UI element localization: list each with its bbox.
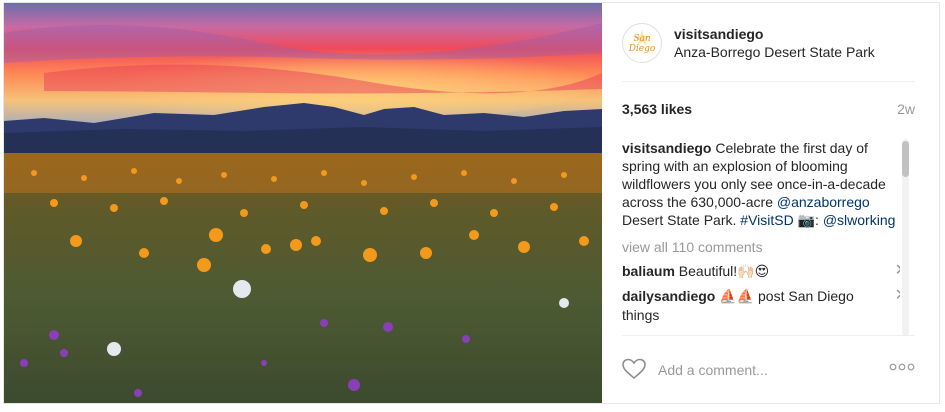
caption-text-2: Desert State Park. [622,212,737,228]
caption-colon: : [815,212,819,228]
post-sidebar: San Diego visitsandiego Anza-Borrego Des… [602,3,939,403]
likes-row: 3,563 likes 2w [622,101,915,123]
comment-author[interactable]: baliaum [622,263,675,279]
view-all-comments-link[interactable]: view all 110 comments [622,238,900,256]
comment-emoji: 🙌🏻😍 [737,264,770,280]
comments-scrollbar[interactable] [902,139,909,336]
post-username[interactable]: visitsandiego [674,26,763,42]
post-photo[interactable] [4,3,602,403]
comments-scroll-area[interactable]: visitsandiego Celebrate the first day of… [622,139,900,336]
hashtag-visitsd[interactable]: #VisitSD [740,212,793,228]
sandiego-logo-icon: San Diego [624,25,660,61]
mention-slworking[interactable]: @slworking [823,212,896,228]
remove-comment-icon[interactable]: ✕ [895,262,900,280]
camera-icon: 📷 [797,213,816,229]
svg-text:San: San [633,34,651,44]
sailboat-emoji: ⛵⛵ [719,289,755,305]
post-header: San Diego visitsandiego Anza-Borrego Des… [622,23,915,82]
post-footer: Add a comment... [622,335,915,382]
heart-icon[interactable] [622,358,646,380]
caption-author[interactable]: visitsandiego [622,140,711,156]
scrollbar-thumb[interactable] [902,141,909,177]
more-options-icon[interactable] [889,362,915,372]
mention-anzaborrego[interactable]: @anzaborrego [777,194,870,210]
comment-item: baliaum Beautiful!🙌🏻😍 ✕ [622,262,900,281]
remove-comment-icon[interactable]: ✕ [895,287,900,305]
comment-item: dailysandiego ⛵⛵ post San Diego things ✕ [622,287,900,324]
wildflower-landscape-image [4,3,602,403]
caption: visitsandiego Celebrate the first day of… [622,139,900,230]
post-age[interactable]: 2w [897,101,915,117]
likes-count[interactable]: 3,563 likes [622,101,692,117]
svg-text:Diego: Diego [628,44,656,54]
post-location[interactable]: Anza-Borrego Desert State Park [674,44,875,60]
add-comment-input[interactable]: Add a comment... [658,362,768,378]
comment-author[interactable]: dailysandiego [622,288,715,304]
post-container: San Diego visitsandiego Anza-Borrego Des… [3,2,940,404]
comment-text: Beautiful! [678,263,738,279]
avatar[interactable]: San Diego [622,23,662,63]
